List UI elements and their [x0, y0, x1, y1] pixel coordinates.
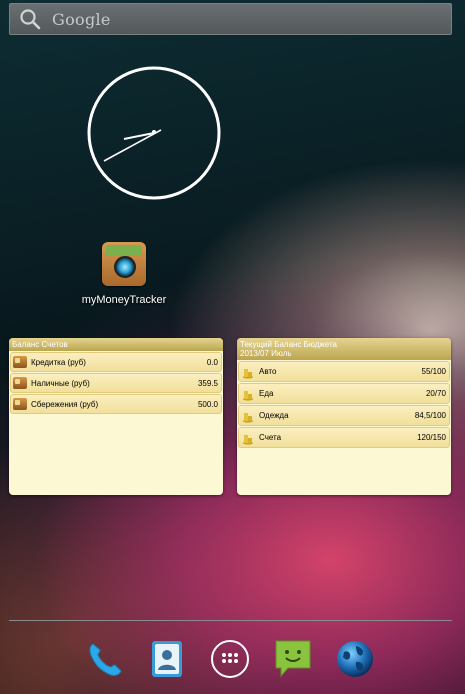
budget-row[interactable]: Еда 20/70	[238, 383, 450, 404]
budget-category: Счета	[259, 433, 282, 442]
app-label: myMoneyTracker	[81, 294, 167, 306]
budget-row[interactable]: Одежда 84,5/100	[238, 405, 450, 426]
widget-title: Текущий Баланс Бюджета	[240, 340, 337, 349]
coins-icon	[243, 434, 253, 445]
wallet-icon	[13, 398, 27, 410]
account-balance: 0.0	[206, 357, 218, 367]
budget-category: Еда	[259, 389, 274, 398]
clock-minute-hand	[103, 129, 162, 162]
coins-icon	[243, 412, 253, 423]
account-row[interactable]: Наличные (руб) 359.5	[10, 373, 222, 393]
wallet-icon	[13, 377, 27, 389]
account-balance: 359.5	[197, 378, 218, 388]
search-icon	[20, 9, 41, 30]
mymoneytracker-icon	[102, 242, 146, 286]
google-search-bar[interactable]: Google	[9, 3, 452, 35]
budget-balance-widget[interactable]: Текущий Баланс Бюджета 2013/07 Июль Авто…	[237, 338, 451, 495]
widget-header: Текущий Баланс Бюджета 2013/07 Июль	[237, 338, 451, 360]
budget-amount: 84,5/100	[414, 411, 446, 420]
contacts-icon[interactable]	[146, 638, 188, 680]
account-label: Кредитка (руб)	[31, 357, 86, 367]
account-row[interactable]: Кредитка (руб) 0.0	[10, 352, 222, 372]
account-row[interactable]: Сбережения (руб) 500.0	[10, 394, 222, 414]
wallet-icon	[13, 356, 27, 368]
budget-period: 2013/07 Июль	[240, 349, 292, 358]
analog-clock[interactable]	[86, 65, 222, 201]
budget-row[interactable]: Счета 120/150	[238, 427, 450, 448]
budget-amount: 120/150	[417, 433, 446, 442]
search-placeholder: Google	[52, 9, 111, 29]
accounts-balance-widget[interactable]: Баланс Счетов Кредитка (руб) 0.0 Наличны…	[9, 338, 223, 495]
app-drawer-icon[interactable]	[209, 638, 251, 680]
messaging-icon[interactable]	[272, 638, 314, 680]
budget-amount: 20/70	[425, 389, 446, 398]
widget-title: Баланс Счетов	[12, 340, 68, 349]
widget-header: Баланс Счетов	[9, 338, 223, 351]
account-balance: 500.0	[197, 399, 218, 409]
budget-category: Авто	[259, 367, 277, 376]
phone-icon[interactable]	[84, 638, 126, 680]
coins-icon	[243, 368, 253, 379]
budget-category: Одежда	[259, 411, 289, 420]
budget-row[interactable]: Авто 55/100	[238, 361, 450, 382]
account-label: Сбережения (руб)	[31, 399, 99, 409]
dock-divider	[9, 620, 452, 621]
budget-amount: 55/100	[421, 367, 446, 376]
mymoneytracker-shortcut[interactable]: myMoneyTracker	[74, 242, 174, 308]
coins-icon	[243, 390, 253, 401]
account-label: Наличные (руб)	[31, 378, 90, 388]
browser-icon[interactable]	[334, 638, 376, 680]
